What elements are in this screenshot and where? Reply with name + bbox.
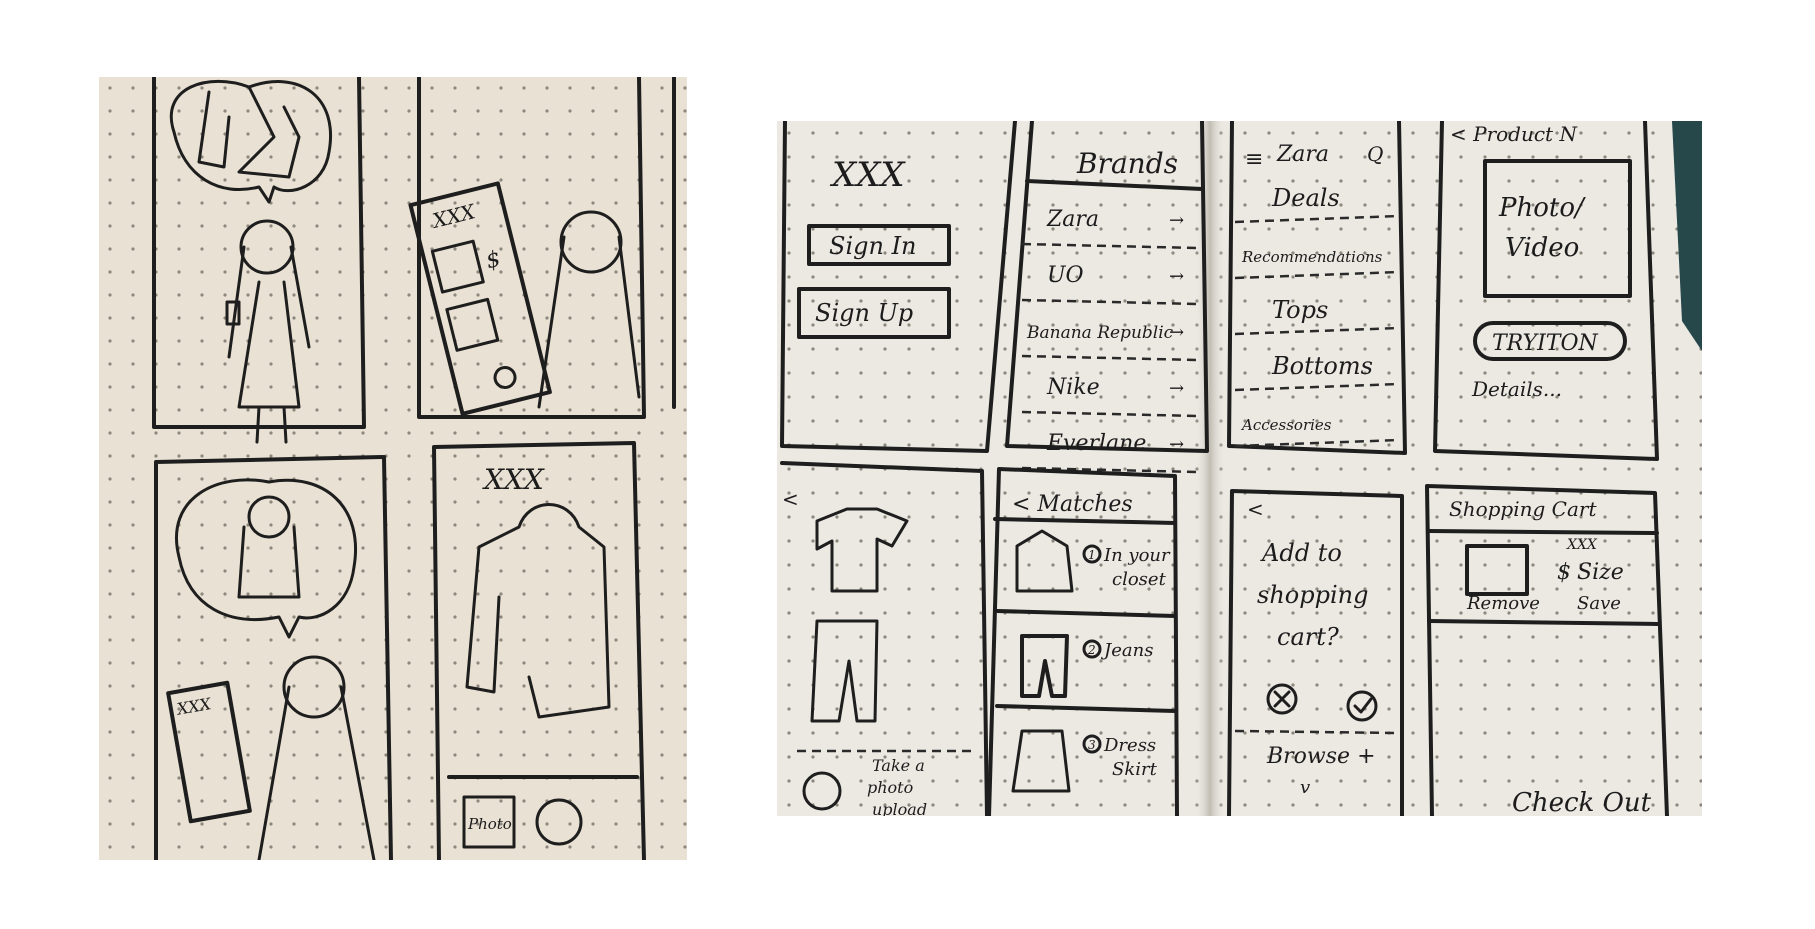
- brand-item-zara: Zara: [1046, 207, 1099, 232]
- save-link: Save: [1577, 593, 1621, 614]
- storyboard-sketch: XXX $ XXX XXX Photo: [99, 77, 687, 860]
- try-it-on-label: TRYITON: [1492, 331, 1598, 356]
- store-category-accessories: Accessories: [1240, 416, 1332, 434]
- search-icon: Q: [1367, 142, 1383, 166]
- checkout-label: Check Out: [1512, 788, 1652, 816]
- brand-item-uo: UO: [1047, 263, 1084, 288]
- brand-item-nike: Nike: [1046, 375, 1100, 400]
- wireframe-sketch: XXX Sign In Sign Up Brands Zara →UO →Banan…: [777, 121, 1702, 816]
- menu-icon: ≡: [1245, 147, 1263, 172]
- match-marker-number: 3: [1088, 738, 1096, 752]
- remove-link: Remove: [1466, 593, 1540, 614]
- take-photo-line-1: Take a: [872, 756, 925, 775]
- chevron-down-icon: v: [1300, 777, 1310, 798]
- cart-question-line-3: cart?: [1277, 623, 1339, 651]
- back-icon: <: [782, 487, 799, 511]
- cart-title: Shopping Cart: [1449, 497, 1597, 521]
- cart-question-line-2: shopping: [1257, 581, 1368, 609]
- match-label: In your: [1103, 545, 1171, 566]
- cart-question-line-1: Add to: [1260, 539, 1342, 567]
- take-photo-line-3: upload: [872, 800, 927, 816]
- match-marker-number: 1: [1088, 548, 1096, 562]
- app-logo: XXX: [482, 463, 545, 496]
- notebook-spine: [1195, 121, 1225, 816]
- store-category-bottoms: Bottoms: [1271, 352, 1373, 380]
- match-label-line-2: closet: [1112, 569, 1167, 590]
- match-marker-number: 2: [1087, 643, 1096, 657]
- chevron-right-icon: →: [1169, 210, 1184, 231]
- brand-item-banana-republic: Banana Republic: [1026, 323, 1174, 343]
- storyboard-photo: XXX $ XXX XXX Photo: [99, 77, 687, 860]
- sign-in-label: Sign In: [829, 232, 917, 260]
- product-header: < Product N: [1450, 122, 1578, 146]
- chevron-right-icon: →: [1169, 266, 1184, 287]
- match-label: Jeans: [1100, 640, 1153, 661]
- cart-item-size: Size: [1577, 560, 1624, 585]
- back-icon: <: [1247, 497, 1264, 521]
- cart-item-price: $: [1557, 560, 1571, 585]
- chevron-right-icon: →: [1169, 378, 1184, 399]
- photo-button-label: Photo: [467, 815, 512, 833]
- store-category-deals: Deals: [1271, 184, 1340, 212]
- store-name: Zara: [1276, 142, 1329, 167]
- media-label-line-2: Video: [1505, 233, 1579, 263]
- product-details: Details...: [1471, 377, 1562, 401]
- chevron-right-icon: →: [1169, 434, 1184, 455]
- match-label: Dress: [1103, 735, 1156, 756]
- sign-up-label: Sign Up: [815, 299, 913, 327]
- browse-button-label: Browse +: [1266, 744, 1376, 769]
- store-category-tops: Tops: [1272, 296, 1328, 324]
- store-category-recommendations: Recommendations: [1241, 248, 1383, 266]
- app-logo: XXX: [829, 155, 906, 195]
- brand-item-everlane: Everlane: [1046, 431, 1146, 456]
- take-photo-line-2: photo: [867, 778, 913, 797]
- wireframe-photo: XXX Sign In Sign Up Brands Zara → UO → Banan…: [777, 121, 1702, 816]
- cart-item-name: XXX: [1566, 537, 1598, 553]
- match-label-line-2: Skirt: [1112, 759, 1158, 780]
- chevron-right-icon: →: [1169, 322, 1184, 343]
- matches-title: < Matches: [1012, 492, 1133, 517]
- media-label-line-1: Photo/: [1498, 193, 1586, 223]
- brands-title: Brands: [1076, 147, 1178, 180]
